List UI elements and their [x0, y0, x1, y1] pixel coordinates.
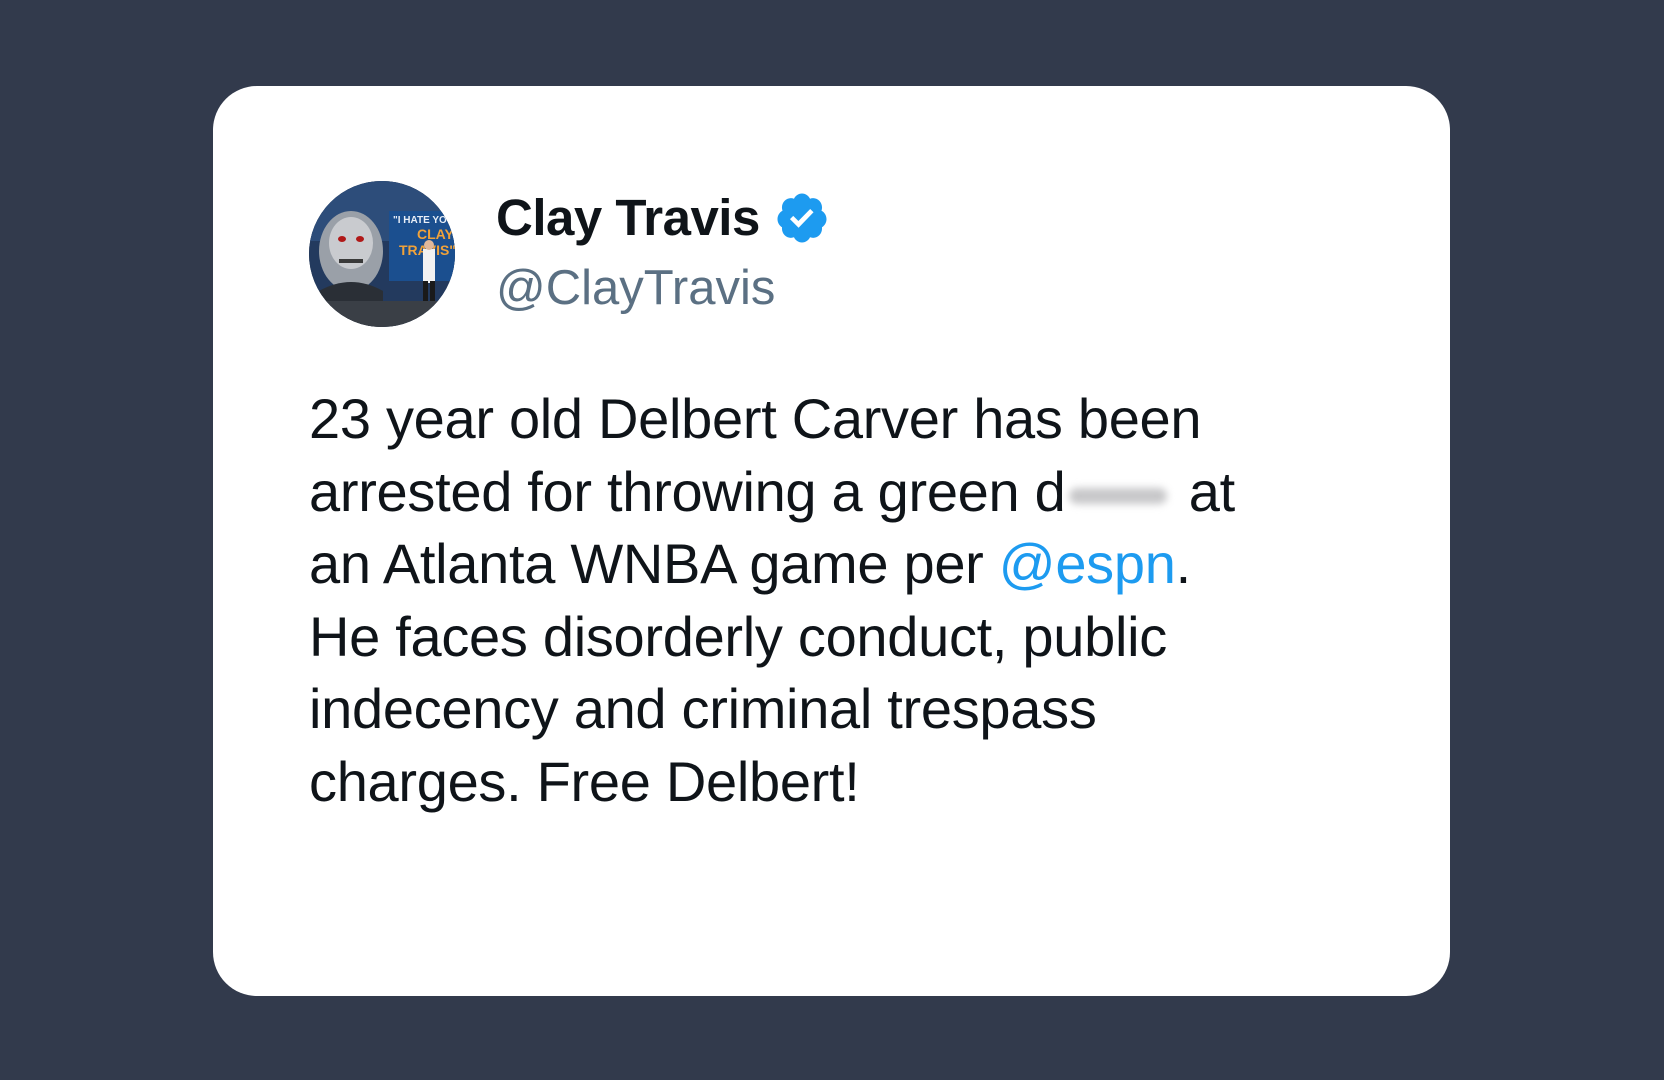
- tweet-line-4: He faces disorderly conduct, public: [309, 604, 1167, 668]
- avatar-photo: "I HATE YOU CLAY TRAVIS": [309, 181, 455, 327]
- tweet-line-3-start: an Atlanta WNBA game per: [309, 532, 999, 595]
- tweet-line-3-end: .: [1175, 532, 1192, 595]
- avatar[interactable]: "I HATE YOU CLAY TRAVIS": [309, 181, 455, 327]
- tweet-line-5: indecency and criminal trespass: [309, 677, 1097, 740]
- tweet-line-2-start: arrested for throwing a green d: [309, 459, 1066, 523]
- avatar-sign-line-2: CLAY: [417, 226, 454, 242]
- tweet-line-1: 23 year old Delbert Carver has been: [309, 387, 1202, 450]
- mention-link[interactable]: @espn: [999, 532, 1176, 595]
- redacted-word-blur: [1069, 487, 1168, 504]
- tweet-line-2: arrested for throwing a green d at: [309, 456, 1369, 529]
- avatar-sign-line-1: "I HATE YOU: [393, 215, 454, 226]
- tweet-card: "I HATE YOU CLAY TRAVIS" Clay Travis @Cl…: [213, 86, 1450, 996]
- tweet-line-2-end: at: [1188, 459, 1235, 523]
- author-display-name[interactable]: Clay Travis: [496, 186, 760, 250]
- author-name-row: Clay Travis: [496, 186, 830, 250]
- tweet-text: 23 year old Delbert Carver has been arre…: [309, 383, 1369, 818]
- author-handle[interactable]: @ClayTravis: [496, 256, 775, 320]
- tweet-line-3: an Atlanta WNBA game per @espn.: [309, 528, 1369, 601]
- tweet-line-6: charges. Free Delbert!: [309, 749, 860, 813]
- verified-badge-icon: [774, 190, 830, 246]
